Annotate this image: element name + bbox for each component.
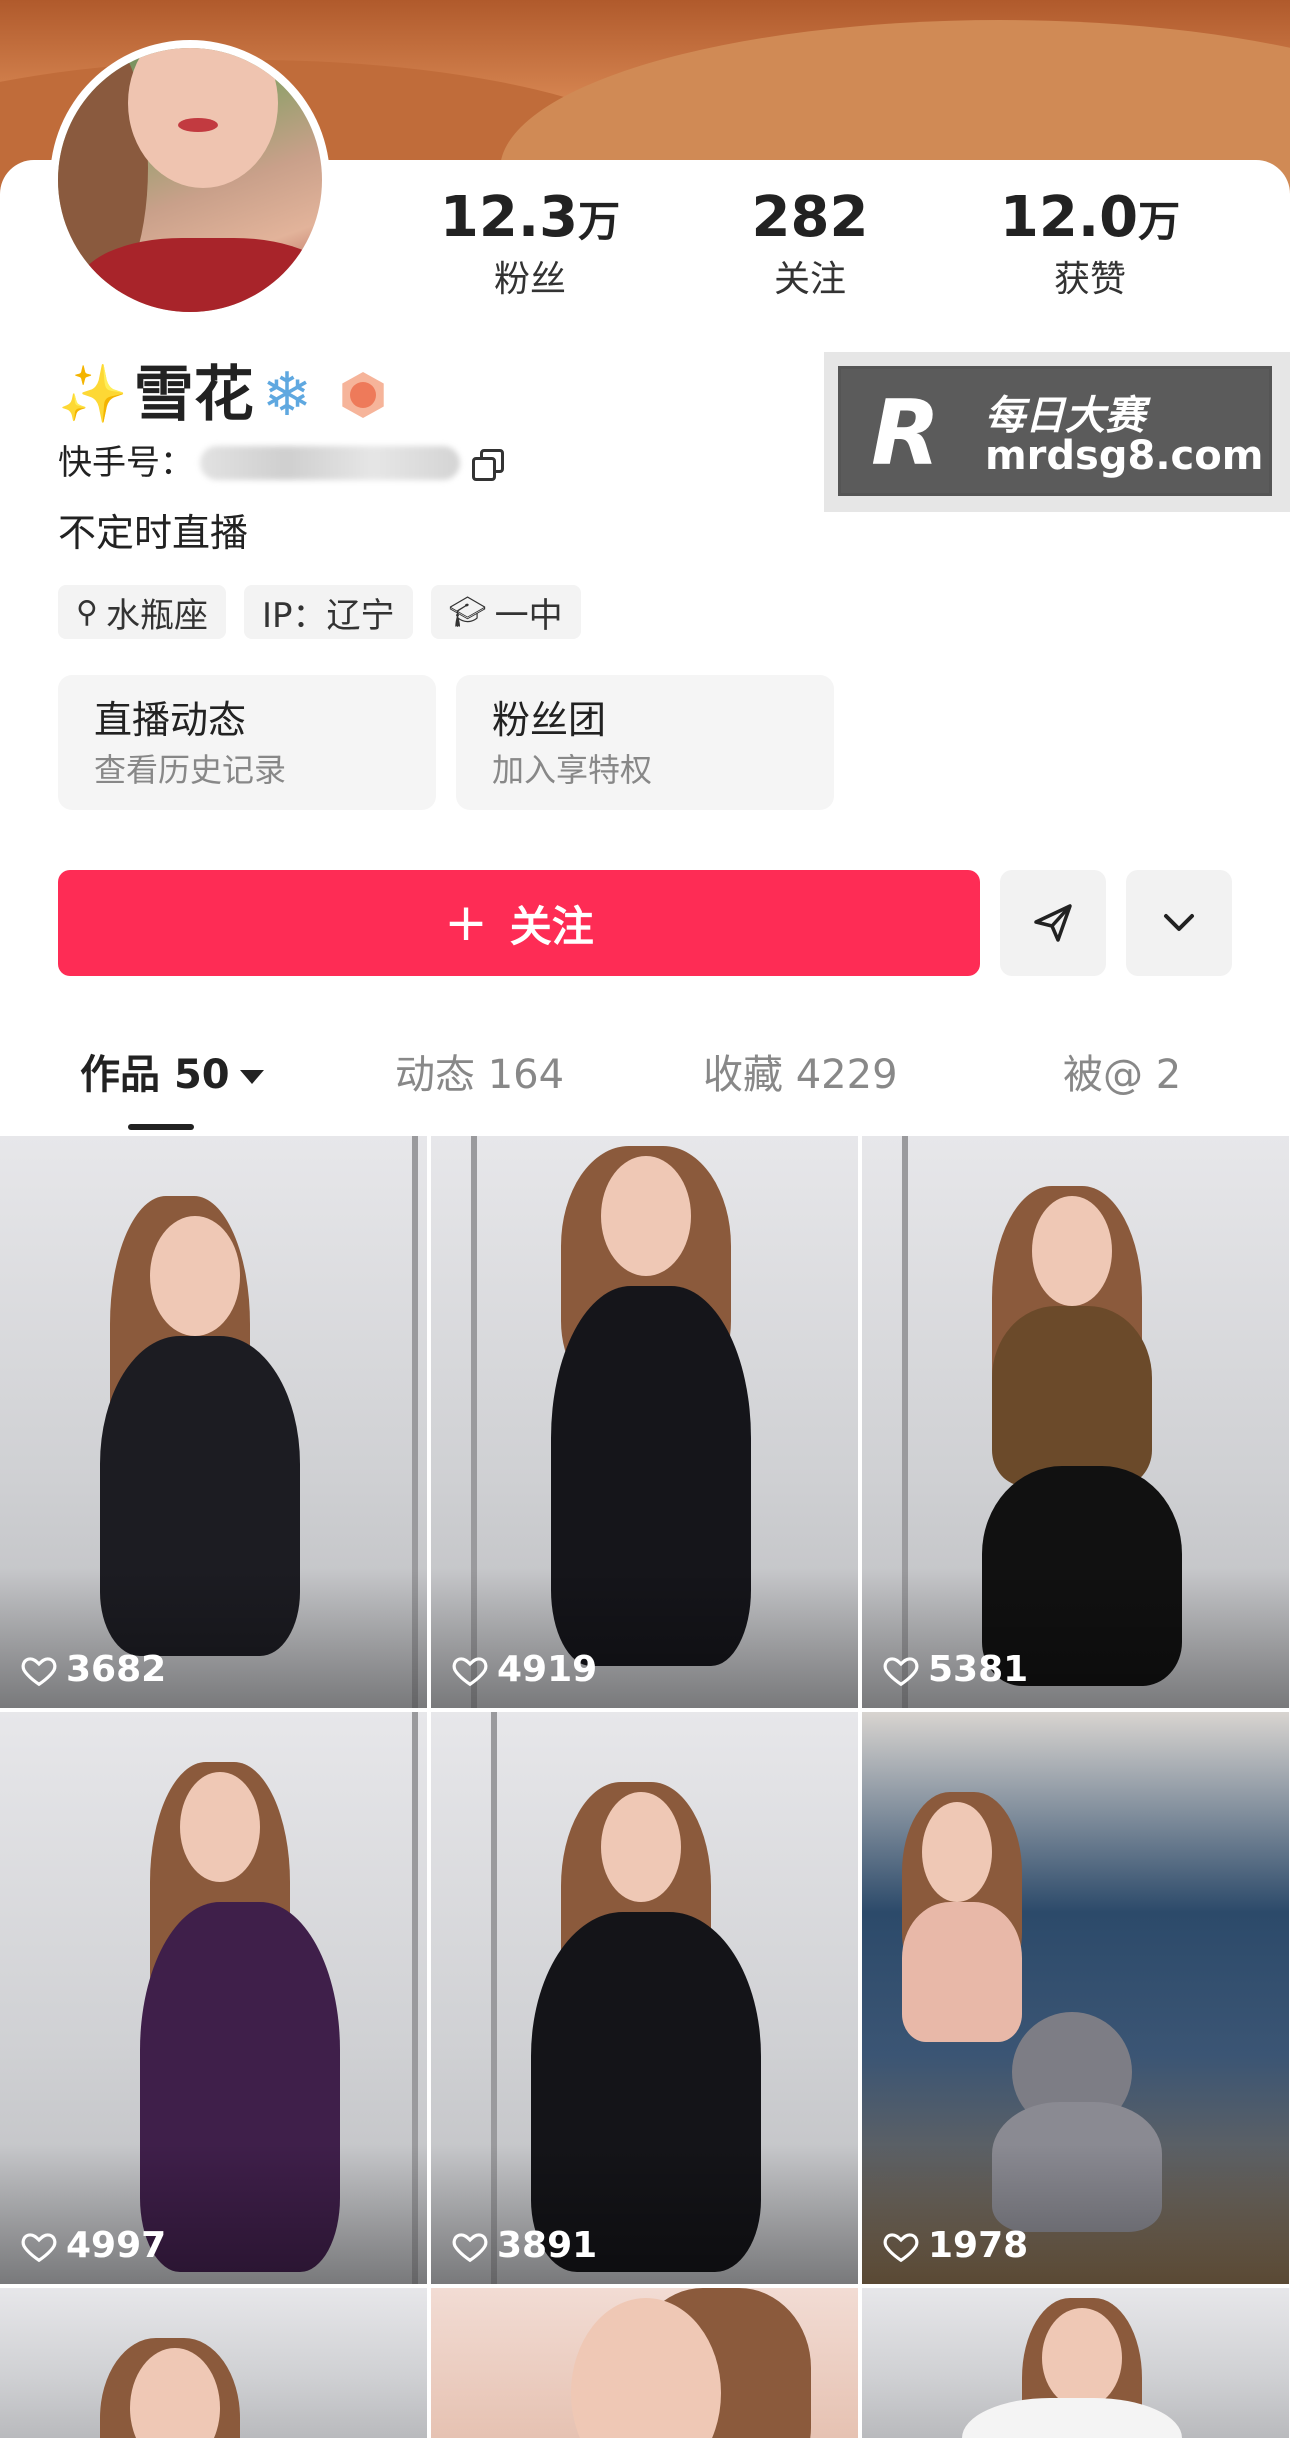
kuaishou-id-row: 快手号： [58, 438, 504, 488]
snowflake-icon: ❄ [261, 360, 313, 430]
tab-works[interactable]: 作品 50 [80, 1040, 264, 1110]
stat-likes[interactable]: 12.0万 获赞 [970, 185, 1210, 305]
video-tile[interactable]: 3682 [0, 1136, 427, 1708]
profile-tags: ⚲ 水瓶座 IP：辽宁 🎓︎ 一中 [58, 585, 581, 639]
video-likes: 1978 [882, 2225, 1028, 2266]
video-tile[interactable]: 5381 [862, 1136, 1289, 1708]
tab-favorites[interactable]: 收藏 4229 [703, 1040, 898, 1110]
card-subtitle: 查看历史记录 [94, 751, 287, 789]
video-likes: 4997 [20, 2225, 166, 2266]
search-icon: ⚲ [76, 594, 98, 630]
video-likes: 3891 [451, 2225, 597, 2266]
content-tabs: 作品 50 动态 164 收藏 4229 被@ 2 [0, 1040, 1290, 1130]
more-button[interactable] [1126, 870, 1232, 976]
heart-icon [452, 1656, 488, 1686]
heart-icon [883, 1656, 919, 1686]
video-tile[interactable] [431, 2288, 858, 2438]
nickname: 雪花 [133, 360, 254, 430]
chevron-down-icon [1164, 914, 1194, 931]
card-subtitle: 加入享特权 [492, 751, 653, 789]
card-title: 粉丝团 [492, 698, 607, 742]
kuaishou-id-label: 快手号： [58, 443, 194, 483]
watermark-logo-icon: R [871, 381, 941, 486]
caret-down-icon [239, 1070, 264, 1084]
tag-zodiac[interactable]: ⚲ 水瓶座 [58, 585, 226, 639]
stat-label: 粉丝 [493, 259, 566, 300]
avatar-image [58, 48, 322, 312]
tag-school[interactable]: 🎓︎ 一中 [430, 585, 581, 639]
live-history-card[interactable]: 直播动态 查看历史记录 [58, 675, 436, 810]
avatar[interactable] [50, 40, 330, 320]
video-tile[interactable] [0, 2288, 427, 2438]
watermark-url: mrdsg8.com [985, 433, 1264, 479]
stat-label: 关注 [773, 259, 846, 300]
heart-icon [21, 1656, 57, 1686]
card-title: 直播动态 [94, 698, 247, 742]
active-tab-indicator [128, 1124, 194, 1130]
video-likes: 4919 [451, 1649, 597, 1690]
stat-value: 282 [751, 185, 869, 250]
stat-value: 12.0万 [999, 185, 1181, 250]
heart-icon [883, 2232, 919, 2262]
bio: 不定时直播 [58, 511, 249, 555]
stat-following[interactable]: 282 关注 [690, 185, 930, 305]
video-tile[interactable]: 4997 [0, 1712, 427, 2284]
stat-value: 12.3万 [439, 185, 621, 250]
video-tile[interactable]: 3891 [431, 1712, 858, 2284]
tab-moments[interactable]: 动态 164 [395, 1040, 564, 1110]
follow-label: 关注 [509, 901, 594, 951]
copy-icon[interactable] [472, 449, 504, 481]
follow-button[interactable]: + 关注 [58, 870, 980, 976]
video-likes: 5381 [882, 1649, 1028, 1690]
video-tile[interactable]: 4919 [431, 1136, 858, 1708]
tag-ip: IP：辽宁 [243, 585, 413, 639]
level-badge-icon[interactable] [340, 372, 386, 418]
graduation-cap-icon: 🎓︎ [448, 594, 487, 630]
tag-label: 一中 [494, 595, 563, 636]
heart-icon [452, 2232, 488, 2262]
profile-name: ✨ 雪花 ❄ [58, 355, 386, 435]
watermark: R 每日大赛 mrdsg8.com [824, 352, 1290, 512]
send-icon [1034, 904, 1072, 942]
tag-label: IP：辽宁 [261, 595, 395, 636]
stat-followers[interactable]: 12.3万 粉丝 [410, 185, 650, 305]
heart-icon [21, 2232, 57, 2262]
stat-label: 获赞 [1053, 259, 1126, 300]
profile-cards: 直播动态 查看历史记录 粉丝团 加入享特权 [58, 675, 834, 810]
fan-club-card[interactable]: 粉丝团 加入享特权 [456, 675, 834, 810]
plus-icon: + [444, 893, 488, 953]
kuaishou-id-value-blurred [200, 446, 460, 480]
video-tile[interactable] [862, 2288, 1289, 2438]
sparkles-icon: ✨ [58, 362, 128, 427]
tab-mentions[interactable]: 被@ 2 [1063, 1040, 1181, 1110]
video-tile[interactable]: 1978 [862, 1712, 1289, 2284]
video-likes: 3682 [20, 1649, 166, 1690]
tag-label: 水瓶座 [105, 595, 208, 636]
share-button[interactable] [1000, 870, 1106, 976]
